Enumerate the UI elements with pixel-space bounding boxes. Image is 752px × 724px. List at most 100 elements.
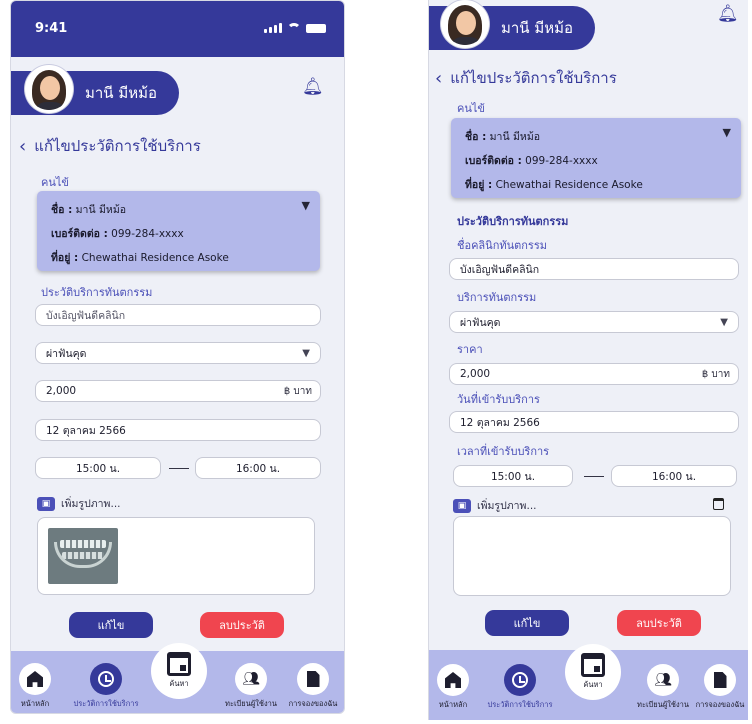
date-input[interactable]: 12 ตุลาคม 2566	[35, 419, 321, 441]
patient-phone-line: เบอร์ติดต่อ : 099-284-xxxx	[51, 228, 184, 240]
delete-button[interactable]: ลบประวัติ	[200, 612, 284, 638]
history-icon	[98, 671, 114, 687]
patient-address-line: ที่อยู่ : Chewathai Residence Asoke	[51, 252, 229, 264]
nav-home[interactable]: หน้าหลัก	[433, 664, 473, 711]
calendar-icon[interactable]	[713, 498, 724, 510]
bottom-nav: หน้าหลัก ประวัติการใช้บริการ ค้นหา 👥︎ ทะ…	[11, 643, 344, 713]
photo-box[interactable]	[37, 517, 315, 595]
nav-home-label: หน้าหลัก	[438, 700, 468, 709]
price-label: ราคา	[457, 343, 483, 356]
avatar[interactable]	[441, 0, 489, 48]
users-icon: 👥︎	[654, 672, 672, 688]
edit-button[interactable]: แก้ไข	[485, 610, 569, 636]
calendar-search-icon	[581, 653, 605, 677]
patient-name-line: ชื่อ : มานี มีหม้อ	[51, 204, 127, 216]
date-input[interactable]: 12 ตุลาคม 2566	[449, 411, 739, 433]
nav-bookings[interactable]: การจองของฉัน	[283, 663, 343, 710]
add-photo-button[interactable]: ▣ เพิ่มรูปภาพ...	[37, 495, 121, 512]
nav-register[interactable]: 👥︎ ทะเบียนผู้ใช้งาน	[633, 664, 693, 711]
dropdown-arrow-icon[interactable]: ▼	[302, 199, 310, 212]
edit-button[interactable]: แก้ไข	[69, 612, 153, 638]
status-icons	[264, 23, 326, 33]
history-icon	[512, 672, 528, 688]
right-screen: มานี มีหม้อ 🔔︎ ‹ แก้ไขประวัติการใช้บริกา…	[428, 0, 748, 720]
nav-history-label: ประวัติการใช้บริการ	[487, 700, 553, 709]
document-icon	[306, 671, 320, 687]
nav-search[interactable]: ค้นหา	[565, 644, 621, 700]
patient-name-line: ชื่อ : มานี มีหม้อ	[465, 131, 541, 143]
avatar[interactable]	[25, 65, 73, 113]
time-end-input[interactable]: 16:00 น.	[611, 465, 737, 487]
document-icon	[713, 672, 727, 688]
date-label: วันที่เข้ารับบริการ	[457, 393, 540, 406]
dropdown-arrow-icon: ▼	[302, 347, 310, 359]
xray-thumbnail[interactable]	[48, 528, 118, 584]
back-chevron-icon[interactable]: ‹	[435, 68, 442, 89]
back-row[interactable]: ‹ แก้ไขประวัติการใช้บริการ	[435, 66, 617, 90]
time-start-input[interactable]: 15:00 น.	[453, 465, 573, 487]
service-select[interactable]: ผ่าฟันคุด ▼	[35, 342, 321, 364]
nav-search-label: ค้นหา	[169, 679, 189, 688]
add-photo-label: เพิ่มรูปภาพ...	[61, 498, 121, 510]
calendar-search-icon	[167, 652, 191, 676]
price-value: 2,000	[46, 385, 77, 397]
image-icon: ▣	[37, 496, 55, 511]
bell-icon[interactable]: 🔔︎	[717, 6, 739, 23]
history-section-label: ประวัติบริการทันตกรรม	[457, 215, 569, 228]
time-end-input[interactable]: 16:00 น.	[195, 457, 321, 479]
signal-icon	[264, 23, 282, 33]
nav-register-label: ทะเบียนผู้ใช้งาน	[637, 700, 689, 709]
bottom-nav: หน้าหลัก ประวัติการใช้บริการ ค้นหา 👥︎ ทะ…	[429, 644, 748, 720]
left-screen: 9:41 มานี มีหม้อ 🔔︎ ‹ แก้ไขประวัติการใช้…	[10, 0, 345, 714]
patient-card[interactable]: ชื่อ : มานี มีหม้อ เบอร์ติดต่อ : 099-284…	[37, 191, 320, 271]
service-label: บริการทันตกรรม	[457, 291, 537, 304]
page-title: แก้ไขประวัติการใช้บริการ	[34, 137, 201, 155]
service-select-value: ผ่าฟันคุด	[46, 347, 87, 360]
photo-box[interactable]	[453, 516, 731, 596]
nav-history[interactable]: ประวัติการใช้บริการ	[69, 663, 143, 710]
price-unit: ฿ บาท	[701, 368, 730, 380]
time-label: เวลาที่เข้ารับบริการ	[457, 445, 550, 458]
page-title: แก้ไขประวัติการใช้บริการ	[450, 69, 617, 87]
home-icon	[27, 671, 43, 687]
home-icon	[445, 672, 461, 688]
add-photo-label: เพิ่มรูปภาพ...	[477, 500, 537, 512]
patient-address-line: ที่อยู่ : Chewathai Residence Asoke	[465, 179, 643, 191]
status-time: 9:41	[35, 21, 68, 36]
patient-section-label: คนไข้	[457, 102, 485, 115]
status-bar: 9:41	[11, 1, 344, 57]
nav-search[interactable]: ค้นหา	[151, 643, 207, 699]
nav-register[interactable]: 👥︎ ทะเบียนผู้ใช้งาน	[221, 663, 281, 710]
price-value: 2,000	[460, 368, 491, 380]
clinic-input[interactable]: บังเอิญฟันดีคลินิก	[449, 258, 739, 280]
image-icon: ▣	[453, 498, 471, 513]
nav-bookings-label: การจองของฉัน	[288, 699, 338, 708]
time-separator	[584, 476, 604, 477]
patient-card[interactable]: ชื่อ : มานี มีหม้อ เบอร์ติดต่อ : 099-284…	[451, 118, 741, 198]
back-chevron-icon[interactable]: ‹	[19, 136, 26, 157]
nav-home[interactable]: หน้าหลัก	[15, 663, 55, 710]
profile-name: มานี มีหม้อ	[501, 19, 574, 37]
battery-icon	[306, 24, 326, 33]
patient-phone-line: เบอร์ติดต่อ : 099-284-xxxx	[465, 155, 598, 167]
nav-register-label: ทะเบียนผู้ใช้งาน	[225, 699, 277, 708]
nav-bookings-label: การจองของฉัน	[695, 700, 745, 709]
add-photo-button[interactable]: ▣ เพิ่มรูปภาพ...	[453, 497, 537, 514]
nav-bookings[interactable]: การจองของฉัน	[691, 664, 748, 711]
nav-history[interactable]: ประวัติการใช้บริการ	[483, 664, 557, 711]
price-input[interactable]: 2,000 ฿ บาท	[449, 363, 739, 385]
patient-section-label: คนไข้	[41, 176, 69, 189]
price-input[interactable]: 2,000 ฿ บาท	[35, 380, 321, 402]
service-select[interactable]: ผ่าฟันคุด ▼	[449, 311, 739, 333]
delete-button[interactable]: ลบประวัติ	[617, 610, 701, 636]
dropdown-arrow-icon[interactable]: ▼	[723, 126, 731, 139]
back-row[interactable]: ‹ แก้ไขประวัติการใช้บริการ	[19, 134, 201, 158]
clinic-input[interactable]: บังเอิญฟันดีคลินิก	[35, 304, 321, 326]
nav-home-label: หน้าหลัก	[20, 699, 50, 708]
time-start-input[interactable]: 15:00 น.	[35, 457, 161, 479]
nav-history-label: ประวัติการใช้บริการ	[73, 699, 139, 708]
bell-icon[interactable]: 🔔︎	[302, 79, 324, 96]
history-section-label: ประวัติบริการทันตกรรม	[41, 286, 153, 299]
time-separator	[169, 468, 189, 469]
clinic-label: ชื่อคลินิกทันตกรรม	[457, 239, 547, 252]
